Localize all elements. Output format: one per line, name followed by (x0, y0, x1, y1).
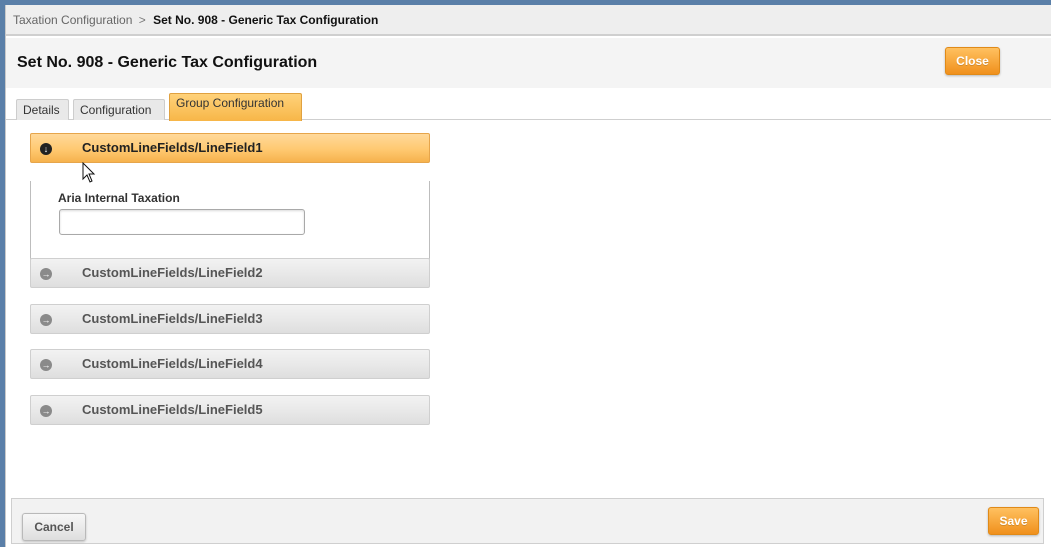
tab-strip: Details Configuration Group Configuratio… (6, 89, 1051, 121)
breadcrumb-current: Set No. 908 - Generic Tax Configuration (153, 13, 379, 27)
breadcrumb-separator: > (138, 13, 146, 27)
accordion-label: CustomLineFields/LineField3 (82, 311, 263, 326)
mouse-cursor-icon (82, 162, 96, 183)
arrow-right-circle-icon: → (40, 268, 52, 280)
page-title: Set No. 908 - Generic Tax Configuration (17, 54, 318, 71)
accordion-header-linefield1[interactable]: ↓ CustomLineFields/LineField1 (30, 133, 430, 163)
tab-configuration[interactable]: Configuration (73, 99, 165, 120)
aria-internal-taxation-input[interactable] (59, 209, 305, 235)
arrow-right-circle-icon: → (40, 359, 52, 371)
dialog-footer: Cancel Save (11, 498, 1044, 544)
accordion-label: CustomLineFields/LineField1 (82, 140, 263, 155)
breadcrumb-parent-link[interactable]: Taxation Configuration (13, 13, 132, 27)
page-header: Set No. 908 - Generic Tax Configuration (6, 38, 1051, 88)
arrow-right-circle-icon: → (40, 314, 52, 326)
close-button[interactable]: Close (945, 47, 1000, 75)
tab-group-configuration[interactable]: Group Configuration (169, 93, 302, 121)
accordion-label: CustomLineFields/LineField5 (82, 402, 263, 417)
breadcrumb: Taxation Configuration > Set No. 908 - G… (6, 5, 1051, 36)
accordion-header-linefield5[interactable]: → CustomLineFields/LineField5 (30, 395, 430, 425)
accordion-header-linefield3[interactable]: → CustomLineFields/LineField3 (30, 304, 430, 334)
tab-details[interactable]: Details (16, 99, 69, 120)
accordion-label: CustomLineFields/LineField2 (82, 265, 263, 280)
cancel-button[interactable]: Cancel (22, 513, 86, 541)
dialog-window: Taxation Configuration > Set No. 908 - G… (5, 5, 1051, 547)
arrow-down-circle-icon: ↓ (40, 143, 52, 155)
aria-internal-taxation-label: Aria Internal Taxation (58, 191, 180, 205)
accordion-label: CustomLineFields/LineField4 (82, 356, 263, 371)
accordion-panel-linefield1: Aria Internal Taxation (30, 181, 430, 261)
accordion-header-linefield4[interactable]: → CustomLineFields/LineField4 (30, 349, 430, 379)
arrow-right-circle-icon: → (40, 405, 52, 417)
save-button[interactable]: Save (988, 507, 1039, 535)
accordion-header-linefield2[interactable]: → CustomLineFields/LineField2 (30, 258, 430, 288)
